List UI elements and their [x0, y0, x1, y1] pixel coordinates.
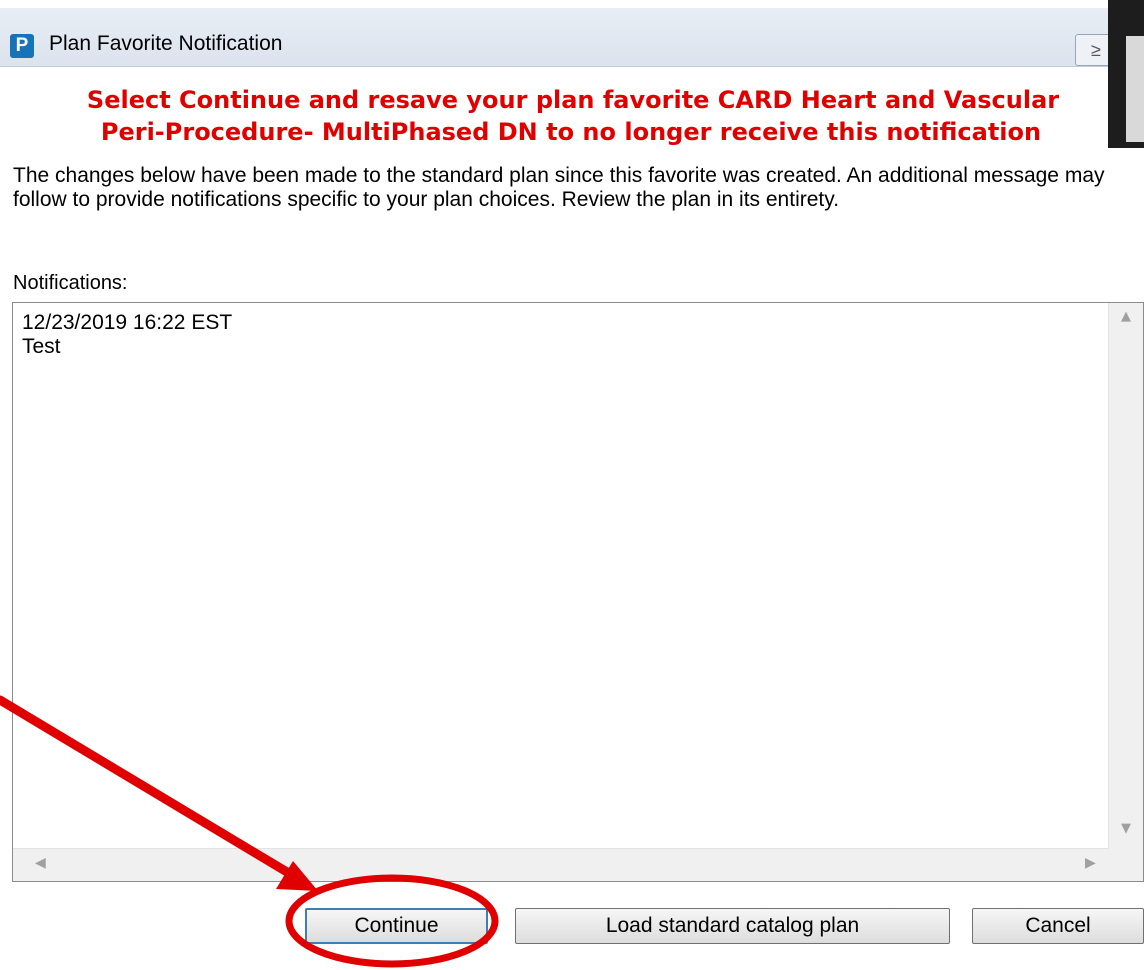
- title-bar: P Plan Favorite Notification ≥: [0, 8, 1144, 67]
- app-icon: P: [10, 34, 34, 58]
- cancel-button[interactable]: Cancel: [972, 908, 1144, 944]
- scroll-down-arrow-icon[interactable]: ▼: [1109, 821, 1143, 841]
- scroll-right-arrow-icon[interactable]: ▶: [1085, 855, 1096, 871]
- scrollbar-corner: [1109, 849, 1143, 881]
- load-standard-catalog-plan-button[interactable]: Load standard catalog plan: [515, 908, 950, 944]
- continue-button[interactable]: Continue: [305, 908, 488, 944]
- scroll-left-arrow-icon[interactable]: ◀: [35, 855, 46, 871]
- notification-timestamp: 12/23/2019 16:22 EST: [22, 311, 233, 334]
- header-message-line-1: Select Continue and resave your plan fav…: [86, 86, 1060, 114]
- notifications-label: Notifications:: [13, 272, 128, 294]
- notifications-textbox[interactable]: 12/23/2019 16:22 EST Test ▲ ▼ ◀ ▶: [12, 302, 1144, 882]
- notifications-content: 12/23/2019 16:22 EST Test: [22, 311, 232, 359]
- vertical-scrollbar[interactable]: ▲ ▼: [1108, 303, 1143, 849]
- horizontal-scrollbar[interactable]: ◀ ▶: [13, 848, 1109, 881]
- notification-text: Test: [22, 335, 61, 358]
- description-text: The changes below have been made to the …: [13, 164, 1105, 211]
- header-message-line-2: Peri-Procedure- MultiPhased DN to no lon…: [100, 118, 1042, 146]
- scroll-up-arrow-icon[interactable]: ▲: [1109, 309, 1143, 329]
- plan-favorite-notification-dialog: P Plan Favorite Notification ≥ Select Co…: [0, 0, 1144, 970]
- window-title: Plan Favorite Notification: [49, 32, 283, 55]
